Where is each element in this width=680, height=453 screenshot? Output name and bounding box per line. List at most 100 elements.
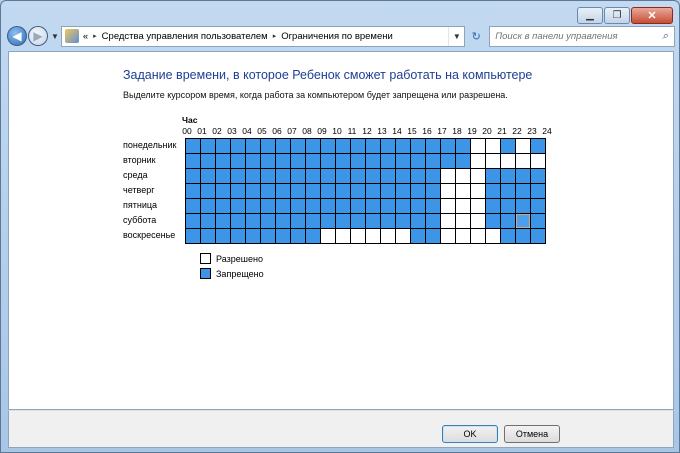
time-cell[interactable] bbox=[381, 184, 396, 199]
time-cell[interactable] bbox=[306, 229, 321, 244]
time-cell[interactable] bbox=[381, 199, 396, 214]
time-cell[interactable] bbox=[501, 184, 516, 199]
time-cell[interactable] bbox=[201, 229, 216, 244]
time-cell[interactable] bbox=[246, 139, 261, 154]
cancel-button[interactable]: Отмена bbox=[504, 425, 560, 443]
time-cell[interactable] bbox=[261, 169, 276, 184]
time-cell[interactable] bbox=[381, 169, 396, 184]
time-cell[interactable] bbox=[321, 169, 336, 184]
time-cell[interactable] bbox=[201, 154, 216, 169]
time-cell[interactable] bbox=[441, 169, 456, 184]
time-cell[interactable] bbox=[231, 139, 246, 154]
time-cell[interactable] bbox=[471, 184, 486, 199]
time-cell[interactable] bbox=[246, 214, 261, 229]
time-cell[interactable] bbox=[471, 169, 486, 184]
time-cell[interactable] bbox=[306, 154, 321, 169]
time-cell[interactable] bbox=[471, 199, 486, 214]
time-cell[interactable] bbox=[516, 214, 531, 229]
time-cell[interactable] bbox=[351, 154, 366, 169]
time-cell[interactable] bbox=[261, 229, 276, 244]
time-cell[interactable] bbox=[246, 154, 261, 169]
time-cell[interactable] bbox=[531, 214, 546, 229]
time-cell[interactable] bbox=[351, 229, 366, 244]
time-cell[interactable] bbox=[276, 154, 291, 169]
time-cell[interactable] bbox=[471, 214, 486, 229]
time-cell[interactable] bbox=[471, 154, 486, 169]
time-grid[interactable] bbox=[185, 138, 546, 244]
time-cell[interactable] bbox=[216, 139, 231, 154]
time-cell[interactable] bbox=[456, 139, 471, 154]
time-cell[interactable] bbox=[201, 184, 216, 199]
time-cell[interactable] bbox=[291, 214, 306, 229]
time-cell[interactable] bbox=[366, 184, 381, 199]
time-cell[interactable] bbox=[366, 199, 381, 214]
time-cell[interactable] bbox=[261, 139, 276, 154]
time-cell[interactable] bbox=[306, 139, 321, 154]
time-cell[interactable] bbox=[321, 154, 336, 169]
time-cell[interactable] bbox=[456, 199, 471, 214]
time-cell[interactable] bbox=[276, 169, 291, 184]
time-cell[interactable] bbox=[336, 139, 351, 154]
time-cell[interactable] bbox=[396, 154, 411, 169]
time-cell[interactable] bbox=[291, 154, 306, 169]
time-cell[interactable] bbox=[306, 199, 321, 214]
time-cell[interactable] bbox=[471, 229, 486, 244]
time-cell[interactable] bbox=[381, 214, 396, 229]
search-input[interactable] bbox=[495, 30, 656, 42]
time-cell[interactable] bbox=[456, 229, 471, 244]
ok-button[interactable]: OK bbox=[442, 425, 498, 443]
time-cell[interactable] bbox=[456, 214, 471, 229]
time-cell[interactable] bbox=[186, 184, 201, 199]
time-cell[interactable] bbox=[486, 184, 501, 199]
minimize-button[interactable]: ▁ bbox=[577, 7, 603, 24]
time-cell[interactable] bbox=[186, 214, 201, 229]
time-cell[interactable] bbox=[471, 139, 486, 154]
time-cell[interactable] bbox=[381, 139, 396, 154]
time-cell[interactable] bbox=[306, 214, 321, 229]
time-cell[interactable] bbox=[351, 199, 366, 214]
time-cell[interactable] bbox=[216, 184, 231, 199]
time-cell[interactable] bbox=[456, 184, 471, 199]
time-cell[interactable] bbox=[441, 214, 456, 229]
time-cell[interactable] bbox=[246, 184, 261, 199]
time-cell[interactable] bbox=[321, 139, 336, 154]
time-cell[interactable] bbox=[456, 169, 471, 184]
time-cell[interactable] bbox=[486, 229, 501, 244]
time-cell[interactable] bbox=[321, 229, 336, 244]
time-cell[interactable] bbox=[261, 184, 276, 199]
recent-pages-dropdown[interactable]: ▼ bbox=[51, 32, 59, 41]
time-cell[interactable] bbox=[441, 199, 456, 214]
time-cell[interactable] bbox=[261, 154, 276, 169]
time-cell[interactable] bbox=[276, 139, 291, 154]
time-cell[interactable] bbox=[351, 169, 366, 184]
time-cell[interactable] bbox=[246, 229, 261, 244]
time-cell[interactable] bbox=[426, 139, 441, 154]
time-cell[interactable] bbox=[351, 184, 366, 199]
time-cell[interactable] bbox=[306, 184, 321, 199]
time-cell[interactable] bbox=[321, 214, 336, 229]
time-cell[interactable] bbox=[366, 229, 381, 244]
time-cell[interactable] bbox=[411, 214, 426, 229]
time-cell[interactable] bbox=[381, 154, 396, 169]
time-cell[interactable] bbox=[411, 154, 426, 169]
address-bar[interactable]: « ▸ Средства управления пользователем ▸ … bbox=[60, 25, 466, 47]
time-cell[interactable] bbox=[231, 169, 246, 184]
time-cell[interactable] bbox=[516, 199, 531, 214]
time-cell[interactable] bbox=[306, 169, 321, 184]
time-cell[interactable] bbox=[516, 139, 531, 154]
time-cell[interactable] bbox=[396, 199, 411, 214]
time-cell[interactable] bbox=[501, 154, 516, 169]
time-cell[interactable] bbox=[261, 199, 276, 214]
time-cell[interactable] bbox=[291, 199, 306, 214]
time-cell[interactable] bbox=[201, 169, 216, 184]
time-cell[interactable] bbox=[216, 199, 231, 214]
time-cell[interactable] bbox=[501, 229, 516, 244]
time-cell[interactable] bbox=[231, 199, 246, 214]
time-cell[interactable] bbox=[411, 169, 426, 184]
time-cell[interactable] bbox=[321, 199, 336, 214]
time-cell[interactable] bbox=[321, 184, 336, 199]
time-cell[interactable] bbox=[186, 199, 201, 214]
time-cell[interactable] bbox=[216, 154, 231, 169]
time-cell[interactable] bbox=[486, 139, 501, 154]
time-cell[interactable] bbox=[336, 154, 351, 169]
